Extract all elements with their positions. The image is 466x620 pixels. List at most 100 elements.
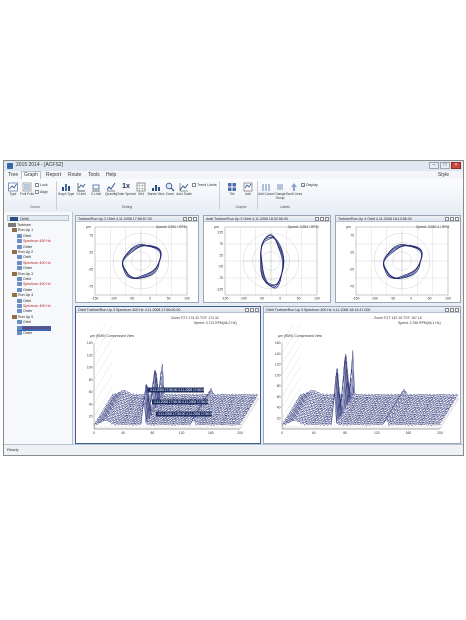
panel-title: draft Turbine\Run Up 3 Orbit 4.11.2008 1… [204,216,330,222]
menu-tools[interactable]: Tools [88,172,100,178]
menu-help[interactable]: Help [106,172,116,178]
y-tick-label: 160 [275,341,281,345]
x-tick-label: 50 [428,297,432,301]
tree-item-plant[interactable]: Turbines [8,223,31,228]
tree-item-leaf[interactable]: Order [17,245,32,250]
order-spread-button[interactable]: 1x Order Spread [116,182,135,202]
trend-limits-checkbox[interactable]: Trend Limits [192,183,217,187]
ribbon: Type Fruit Folio Lock Align Cursor Graph… [4,179,463,213]
grid-button[interactable]: Grid [135,182,147,202]
panel-close-button[interactable] [455,217,459,221]
tree-item-leaf[interactable]: Spectrum 400 Hz [17,325,51,331]
tree-item-run[interactable]: Run Up 3 [12,272,33,277]
panel-max-button[interactable] [320,217,324,221]
y-tick-label: 20 [89,415,93,419]
quantity-button[interactable]: Quantity [105,182,117,202]
y-tick-label: 100 [275,373,281,377]
tree-item-leaf[interactable]: Orbit [17,255,31,260]
tree-item-leaf-icon [17,266,22,271]
menu-tree[interactable]: Tree [8,172,18,178]
spectrum-panel-1[interactable]: Orbit Turbine\Run Up 3 Spectrum 400 Hz 4… [75,306,261,444]
gridline [93,324,113,356]
tree-item-leaf[interactable]: Orbit [17,299,31,304]
tree-item-leaf[interactable]: Spectrum 400 Hz [17,261,51,266]
x-tick-label: 160 [406,431,412,435]
type-button[interactable]: Type [7,182,19,202]
tree-item-leaf[interactable]: Orbit [17,234,31,239]
panel-close-button[interactable] [455,308,459,312]
x-limit-button[interactable]: X-Limit [90,182,102,202]
tree-item-leaf[interactable]: Order [17,309,32,314]
tree-item-leaf[interactable]: Spectrum 400 Hz [17,282,51,287]
tile-button[interactable]: Tile [226,182,238,202]
tree-item-run[interactable]: Run Up 2 [12,250,33,255]
tile-icon [228,183,236,191]
tree-item-leaf[interactable]: Order [17,288,32,293]
panel-close-button[interactable] [255,308,259,312]
tree-item-run[interactable]: Run Up 5 [12,315,33,320]
panel-close-button[interactable] [193,217,197,221]
panel-max-button[interactable] [450,217,454,221]
panel-min-button[interactable] [315,217,319,221]
tree-item-leaf[interactable]: Orbit [17,277,31,282]
x-tick-label: 50 [167,297,171,301]
add-button[interactable]: Add [242,182,254,202]
orbit-panel-3[interactable]: Turbine\Run Up 4 Orbit 4.11.2008 18:13:5… [335,215,461,303]
x-tick-label: 0 [410,297,412,301]
orbit-plot[interactable]: 125 75 25 -25 -75 -125 -150 -100 -50 0 50 100 [204,223,332,303]
tree-panel: Orbit Turbines Run Up 1 Orbit Spectrum 400 … [4,212,73,446]
scroll-lines-button[interactable]: Scroll Lines [286,182,302,202]
bands-view-button[interactable]: Bands View [148,182,164,202]
tree-item-run[interactable]: Run Up 4 [12,293,33,298]
y-limit-button[interactable]: Y-Limit [75,182,87,202]
tree-item-leaf-icon [17,320,22,325]
tree-item-leaf[interactable]: Spectrum 400 Hz [17,239,51,244]
orbit-trace [383,245,423,280]
orbit-panel-1[interactable]: Turbine\Run Up 2 Orbit 4.11.2008 17:56:5… [75,215,199,303]
gridline [93,349,113,380]
panel-min-button[interactable] [445,217,449,221]
auto-scale-button[interactable]: Auto Scale [176,182,192,202]
tree-item-leaf[interactable]: Order [17,266,32,271]
maximize-button[interactable]: □ [440,162,450,169]
tree-item-run-icon [12,250,17,255]
style-dropdown[interactable]: Style [438,172,449,178]
panel-max-button[interactable] [450,308,454,312]
orbit-plot[interactable]: 75 25 -25 -75 -150 -100 -50 0 50 100 [336,223,462,303]
menu-graph[interactable]: Graph [21,171,41,179]
scroll-icon [291,183,297,191]
lock-checkbox[interactable]: Lock [35,183,48,187]
status-bar: Ready [4,444,463,455]
tree-item-leaf[interactable]: Spectrum 400 Hz [17,304,51,309]
tree-item-leaf-icon [17,298,22,303]
menu-report[interactable]: Report [46,172,61,178]
change-group-button[interactable]: Change Group [274,182,286,202]
y-tick-label: 120 [275,363,281,367]
waterfall-plot[interactable]: 160140120100806040200 40 80 120 160 200 [264,323,462,443]
x-tick-label: 0 [149,297,151,301]
orbit-panel-2[interactable]: draft Turbine\Run Up 3 Orbit 4.11.2008 1… [203,215,331,303]
display-checkbox[interactable]: ✓ Display [301,183,318,188]
panel-title: Turbine\Run Up 2 Orbit 4.11.2008 17:56:5… [76,216,198,222]
panel-max-button[interactable] [250,308,254,312]
align-checkbox[interactable]: Align [35,190,48,194]
tree-item-run[interactable]: Run Up 1 [12,228,33,233]
zoom-button[interactable]: Zoom [164,182,176,202]
minimize-button[interactable]: – [429,162,439,169]
waterfall-plot[interactable]: 140120100806040200 40 80 120 160 2004.11.2008… [76,323,262,443]
graph-type-button[interactable]: Graph Type [58,182,74,202]
panel-min-button[interactable] [245,308,249,312]
panel-min-button[interactable] [183,217,187,221]
panel-close-button[interactable] [325,217,329,221]
panel-min-button[interactable] [445,308,449,312]
x-tick-label: 100 [184,297,190,301]
orbit-plot[interactable]: 75 25 -25 -75 -150 -100 -50 0 50 100 [76,223,200,303]
spectrum-panel-2[interactable]: Orbit Turbine\Run Up 3 Spectrum 400 Hz 4… [263,306,461,444]
close-button[interactable]: × [451,162,461,169]
x-tick-label: -50 [259,297,264,301]
tree-item-leaf[interactable]: Order [17,331,32,336]
fruit-folio-button[interactable]: Fruit Folio [20,182,34,202]
tree-item-leaf[interactable]: Orbit [17,320,31,325]
panel-max-button[interactable] [188,217,192,221]
menu-route[interactable]: Route [68,172,81,178]
